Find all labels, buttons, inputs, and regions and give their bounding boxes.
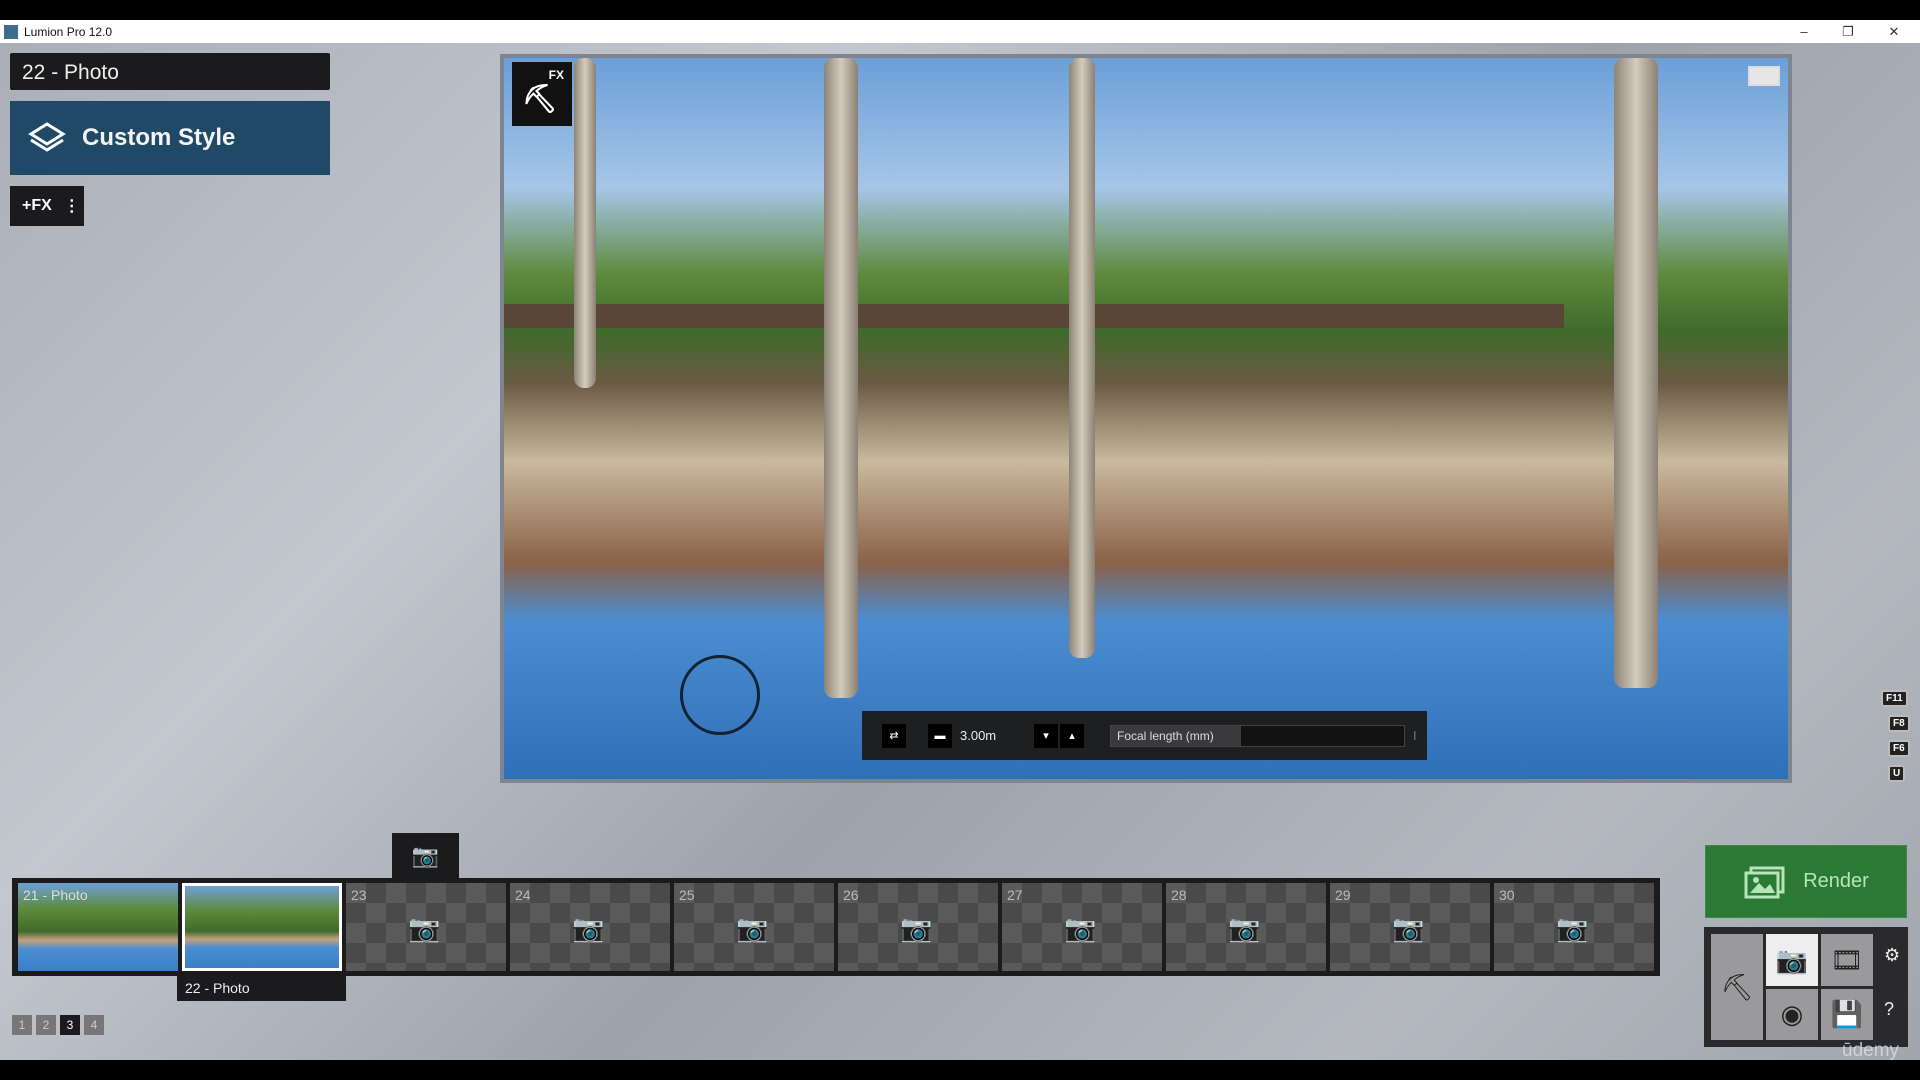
viewport-size-toggle[interactable] xyxy=(1748,66,1780,86)
photo-mode-button[interactable]: 📷 xyxy=(1766,934,1818,986)
height-down-button[interactable]: ▾ xyxy=(1034,723,1058,748)
photo-name-field[interactable]: 22 - Photo xyxy=(10,53,330,90)
selected-photo-label: 22 - Photo xyxy=(177,976,346,1001)
add-fx-label: +FX xyxy=(22,197,52,214)
panorama-mode-button[interactable]: ◉ xyxy=(1766,989,1818,1040)
camera-icon: 📷 xyxy=(572,913,605,943)
page-4[interactable]: 4 xyxy=(84,1015,104,1035)
title-bar: Lumion Pro 12.0 xyxy=(0,20,1920,43)
camera-height-icon[interactable]: ▬ xyxy=(928,723,952,748)
camera-toolbar: ⇄ ▬ 3.00m ▾ ▴ Focal length (mm) I xyxy=(862,711,1427,760)
close-button[interactable]: ✕ xyxy=(1874,20,1914,43)
photo-viewport[interactable] xyxy=(500,54,1792,783)
camera-icon: 📷 xyxy=(1392,913,1425,943)
palm-trunk xyxy=(1614,58,1658,688)
slot-label: 28 xyxy=(1171,887,1187,903)
photo-slot[interactable]: 21 - Photo xyxy=(18,883,178,971)
fkey-u[interactable]: U xyxy=(1888,765,1906,782)
page-3[interactable]: 3 xyxy=(60,1015,80,1035)
filmstrip: 21 - Photo 23 📷 24 📷 25 📷 26 📷 27 📷 28 📷 29 📷 3… xyxy=(12,878,1660,976)
photo-slot[interactable]: 28 📷 xyxy=(1166,883,1326,971)
camera-icon: 📷 xyxy=(1775,944,1809,975)
fkey-f8[interactable]: F8 xyxy=(1888,715,1910,732)
slot-label: 25 xyxy=(679,887,695,903)
palm-trunk xyxy=(824,58,858,698)
udemy-watermark: ūdemy xyxy=(1842,1040,1900,1061)
minimize-button[interactable]: – xyxy=(1784,20,1824,43)
custom-style-button[interactable]: Custom Style xyxy=(10,101,330,175)
more-options-icon[interactable]: ⋮ xyxy=(64,196,80,216)
restore-button[interactable]: ❐ xyxy=(1828,20,1868,43)
photo-slot[interactable]: 25 📷 xyxy=(674,883,834,971)
fx-badge-label: FX xyxy=(548,68,564,82)
fkey-f6[interactable]: F6 xyxy=(1888,740,1910,757)
camera-icon: 📷 xyxy=(1556,913,1589,943)
pavilion-roof xyxy=(504,304,1564,328)
photo-slot[interactable]: 24 📷 xyxy=(510,883,670,971)
build-mode-icon: ⛏ xyxy=(522,83,558,114)
fkey-f11[interactable]: F11 xyxy=(1881,690,1908,707)
palm-trunk xyxy=(1069,58,1095,658)
slot-label: 26 xyxy=(843,887,859,903)
image-render-icon xyxy=(1744,866,1785,898)
focal-length-slider[interactable]: Focal length (mm) xyxy=(1110,724,1405,747)
photo-slot[interactable]: 27 📷 xyxy=(1002,883,1162,971)
slot-label: 23 xyxy=(351,887,367,903)
render-label: Render xyxy=(1803,870,1869,892)
camera-icon: 📷 xyxy=(1228,913,1261,943)
floppy-disk-icon: 💾 xyxy=(1830,999,1864,1029)
camera-icon: 📷 xyxy=(736,913,769,943)
add-photo-camera-button[interactable]: 📷 xyxy=(392,833,459,878)
photo-slot-selected[interactable] xyxy=(182,883,342,971)
add-fx-button[interactable]: +FX ⋮ xyxy=(10,186,84,226)
style-label: Custom Style xyxy=(82,124,236,151)
top-bar xyxy=(0,0,1920,20)
swap-camera-icon[interactable]: ⇄ xyxy=(882,723,906,748)
window-title: Lumion Pro 12.0 xyxy=(24,24,113,39)
app-logo-icon xyxy=(4,24,18,39)
page-2[interactable]: 2 xyxy=(36,1015,56,1035)
slot-label: 29 xyxy=(1335,887,1351,903)
slot-label: 30 xyxy=(1499,887,1515,903)
photo-slot[interactable]: 26 📷 xyxy=(838,883,998,971)
movie-mode-button[interactable]: 🎞 xyxy=(1821,934,1873,986)
text-cursor-icon: I xyxy=(1413,728,1417,743)
height-up-button[interactable]: ▴ xyxy=(1060,723,1084,748)
render-button[interactable]: Render xyxy=(1705,845,1907,918)
photo-slot[interactable]: 29 📷 xyxy=(1330,883,1490,971)
page-selector: 1 2 3 4 xyxy=(12,1015,104,1035)
photo-slot[interactable]: 30 📷 xyxy=(1494,883,1654,971)
focus-cursor xyxy=(680,655,760,735)
panorama-person-icon: ◉ xyxy=(1780,999,1804,1029)
layers-style-icon xyxy=(28,122,66,152)
slot-label: 24 xyxy=(515,887,531,903)
help-icon[interactable]: ? xyxy=(1884,999,1894,1020)
settings-gear-icon[interactable]: ⚙ xyxy=(1884,945,1900,966)
camera-icon: 📷 xyxy=(900,913,933,943)
photo-slot[interactable]: 23 📷 xyxy=(346,883,506,971)
palm-trunk xyxy=(574,58,596,388)
page-1[interactable]: 1 xyxy=(12,1015,32,1035)
camera-height-value[interactable]: 3.00m xyxy=(960,728,1026,743)
focal-length-label: Focal length (mm) xyxy=(1111,725,1241,746)
slot-label: 27 xyxy=(1007,887,1023,903)
camera-icon: 📷 xyxy=(1064,913,1097,943)
camera-icon: 📷 xyxy=(411,842,440,868)
fx-badge[interactable]: FX ⛏ xyxy=(512,62,572,126)
build-mode-button[interactable]: ⛏ xyxy=(1711,934,1763,1040)
bottom-bar xyxy=(0,1060,1920,1080)
worker-icon: ⛏ xyxy=(1720,971,1754,1002)
film-icon: 🎞 xyxy=(1830,944,1864,975)
mode-panel: ⛏ 📷 🎞 ◉ 💾 ⚙ ? xyxy=(1704,927,1908,1047)
slot-label: 21 - Photo xyxy=(23,887,88,903)
camera-icon: 📷 xyxy=(408,913,441,943)
save-button[interactable]: 💾 xyxy=(1821,989,1873,1040)
